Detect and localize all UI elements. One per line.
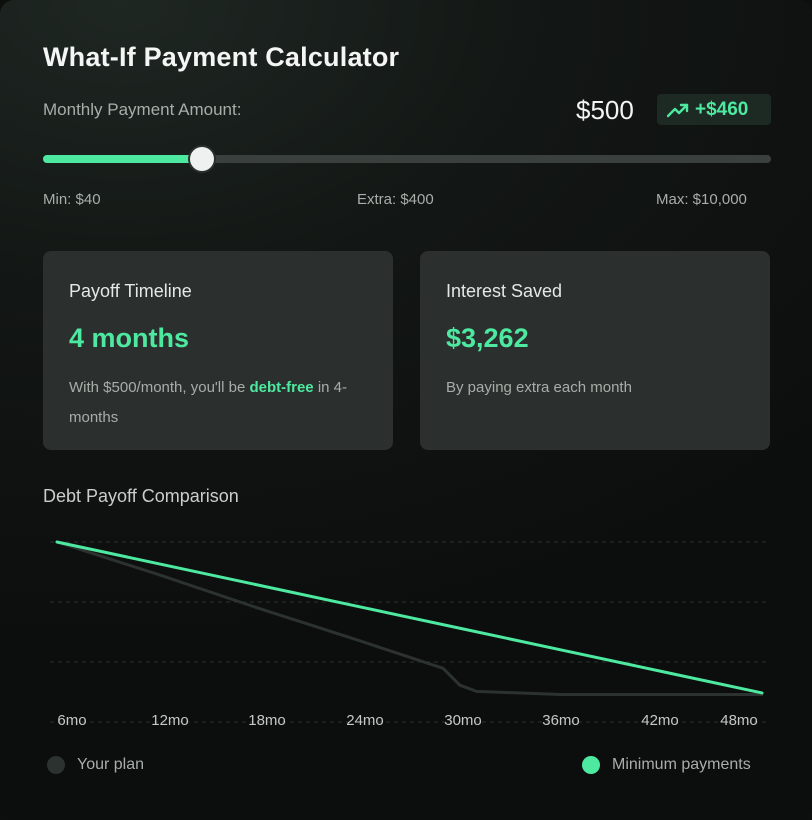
- slider-max-label: Max: $10,000: [656, 191, 747, 208]
- debt-payoff-chart: 6mo 12mo 18mo 24mo 30mo 36mo 42mo 48mo: [50, 540, 770, 729]
- interest-saved-title: Interest Saved: [446, 281, 563, 301]
- payoff-timeline-title: Payoff Timeline: [69, 281, 192, 301]
- page-title: What-If Payment Calculator: [43, 42, 400, 72]
- payoff-timeline-desc: With $500/month, you'll be debt-free in …: [69, 373, 369, 433]
- legend-your-plan-dot: [47, 756, 65, 774]
- x-tick-label: 42mo: [641, 712, 679, 729]
- payment-delta-value: +$460: [695, 98, 749, 120]
- payoff-desc-highlight: debt-free: [249, 379, 314, 396]
- payoff-timeline-value: 4 months: [69, 323, 190, 353]
- x-tick-label: 24mo: [346, 712, 384, 729]
- x-tick-label: 12mo: [151, 712, 189, 729]
- series-line-minimum-payments: [55, 540, 764, 695]
- x-tick-label: 18mo: [248, 712, 286, 729]
- payment-amount-label: Monthly Payment Amount:: [43, 100, 242, 119]
- x-tick-label: 6mo: [57, 712, 86, 729]
- legend-your-plan-label: Your plan: [77, 756, 145, 773]
- calculator-card: What-If Payment Calculator Monthly Payme…: [0, 0, 812, 820]
- legend-minimum-payments-dot: [582, 756, 600, 774]
- payment-amount-value: $500: [576, 95, 634, 125]
- payment-delta-badge: +$460: [657, 94, 771, 125]
- interest-saved-desc: By paying extra each month: [446, 379, 632, 396]
- chart-title: Debt Payoff Comparison: [43, 486, 239, 506]
- payoff-desc-prefix: With $500/month, you'll be: [69, 379, 250, 396]
- interest-saved-panel: Interest Saved $3,262 By paying extra ea…: [420, 251, 770, 450]
- slider-thumb[interactable]: [189, 147, 214, 171]
- legend-your-plan[interactable]: Your plan: [47, 756, 144, 774]
- x-tick-label: 36mo: [542, 712, 580, 729]
- legend-minimum-payments[interactable]: Minimum payments: [582, 756, 751, 774]
- payment-slider[interactable]: [43, 147, 771, 171]
- interest-saved-value: $3,262: [446, 323, 529, 353]
- x-tick-label: 30mo: [444, 712, 482, 729]
- x-tick-label: 48mo: [720, 712, 758, 729]
- trending-up-icon: [667, 102, 689, 118]
- slider-extra-label: Extra: $400: [357, 191, 434, 208]
- slider-fill: [43, 155, 202, 163]
- legend-minimum-payments-label: Minimum payments: [612, 756, 751, 773]
- slider-min-label: Min: $40: [43, 191, 101, 208]
- payoff-timeline-panel: Payoff Timeline 4 months With $500/month…: [43, 251, 393, 450]
